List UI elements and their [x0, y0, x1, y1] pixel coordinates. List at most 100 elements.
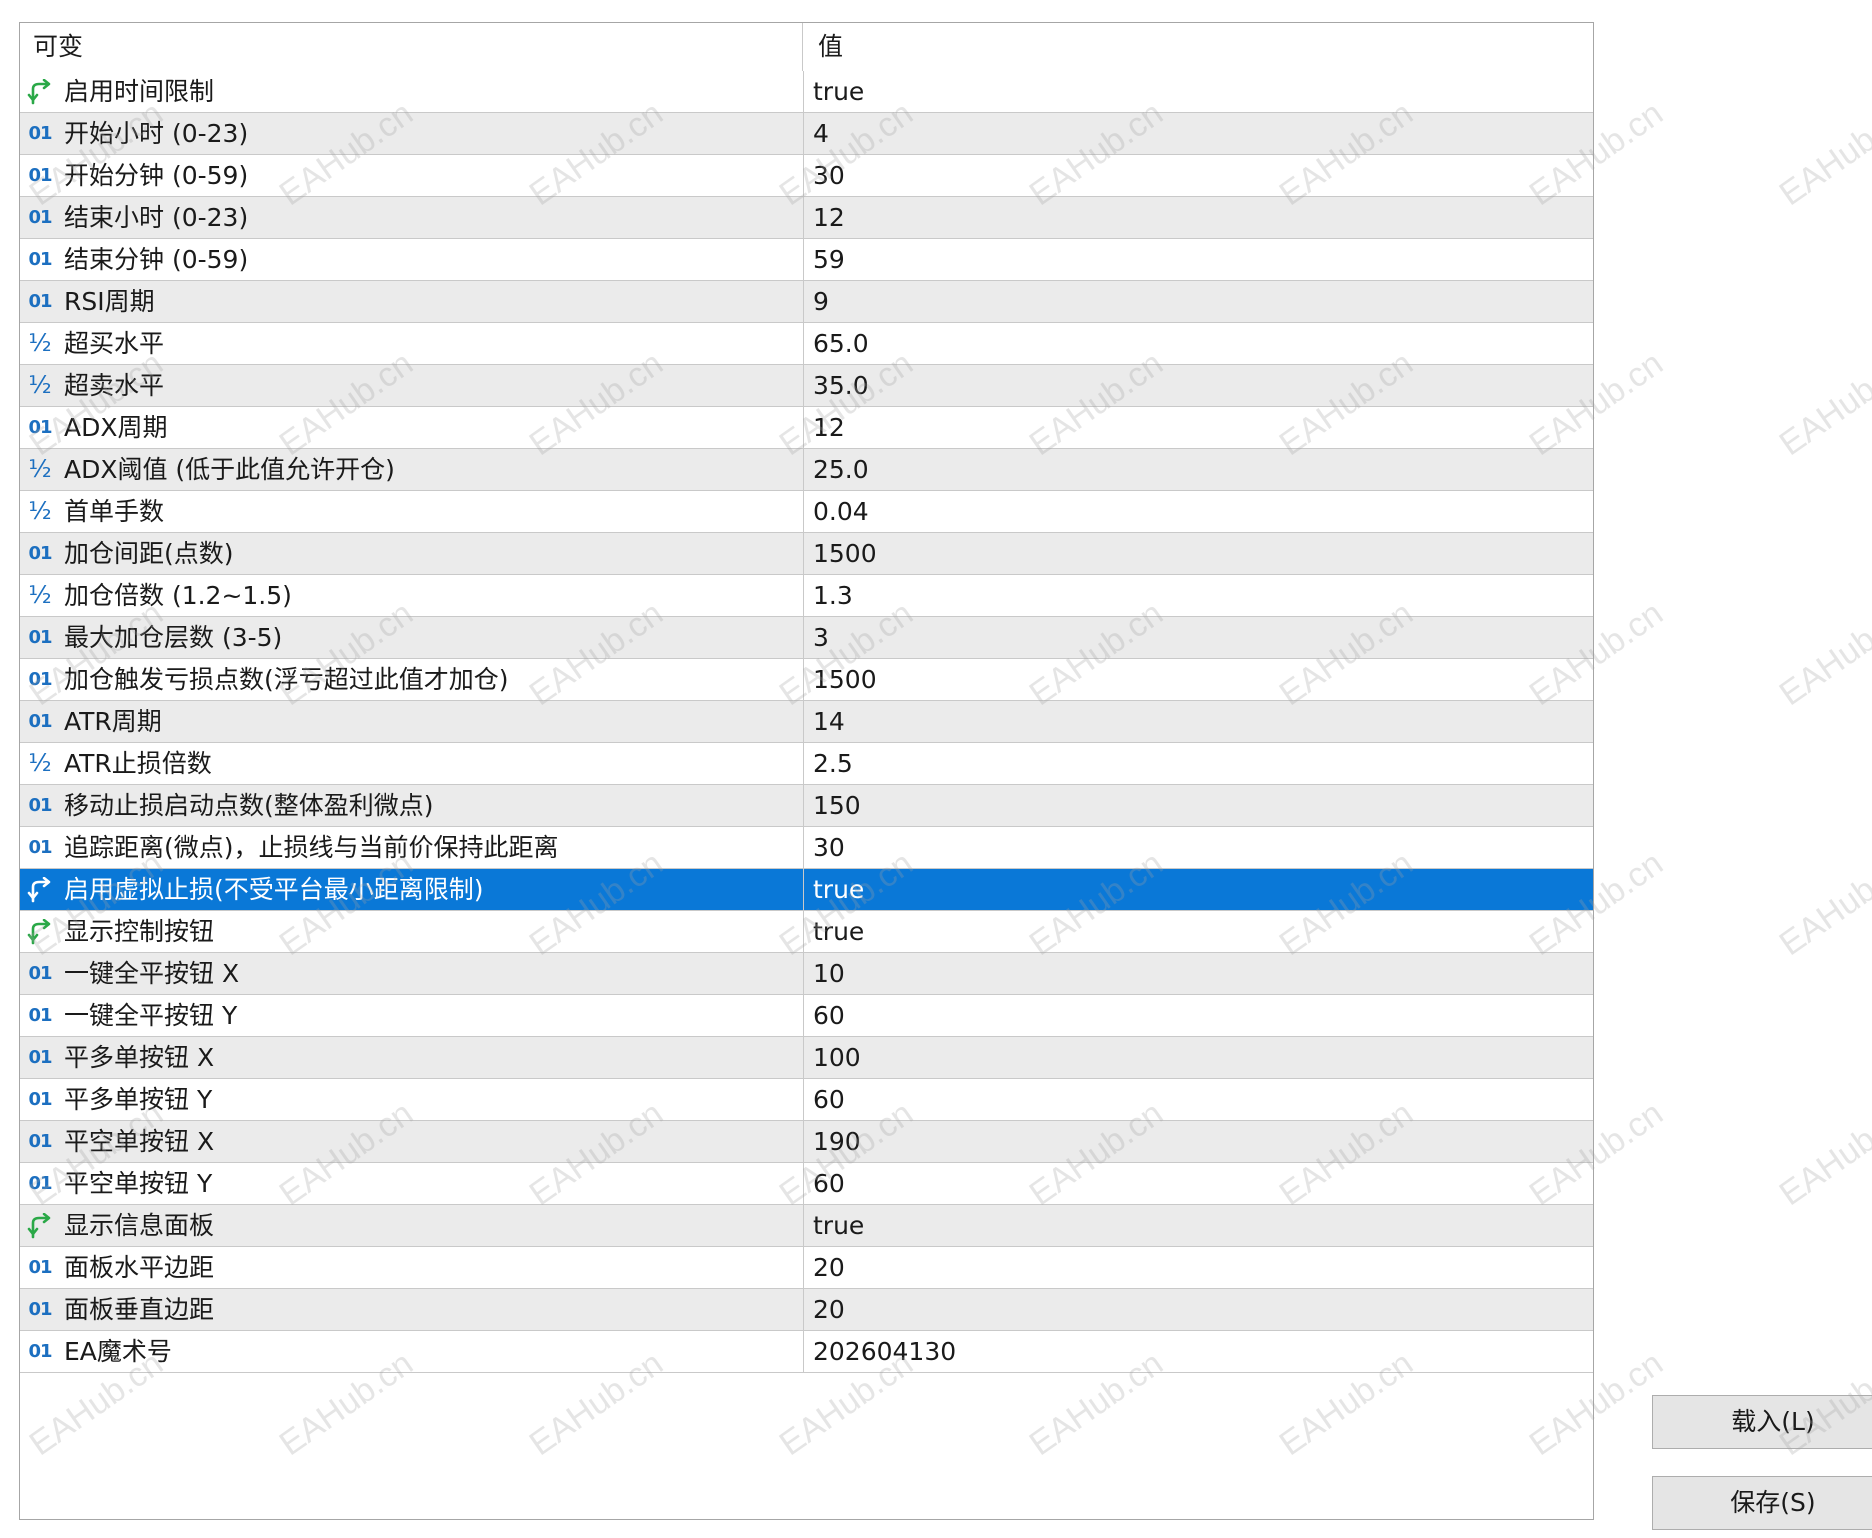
param-name-cell[interactable]: 01 一键全平按钮 Y — [20, 995, 804, 1036]
table-row[interactable]: ½ 首单手数 0.04 — [20, 491, 1593, 533]
param-name-cell[interactable]: 01 平多单按钮 X — [20, 1037, 804, 1078]
inputs-table[interactable]: 可变 值 启用时间限制 true 01 开始小时 (0-23) 4 01 开始分钟 (0-5… — [19, 22, 1594, 1520]
param-name-cell[interactable]: 01 面板垂直边距 — [20, 1289, 804, 1330]
table-row[interactable]: 显示信息面板 true — [20, 1205, 1593, 1247]
param-value-cell[interactable]: 59 — [804, 239, 1593, 280]
table-row[interactable]: ½ 加仓倍数 (1.2~1.5) 1.3 — [20, 575, 1593, 617]
param-value-cell[interactable]: 65.0 — [804, 323, 1593, 364]
param-name-cell[interactable]: 01 一键全平按钮 X — [20, 953, 804, 994]
load-button[interactable]: 载入(L) — [1652, 1395, 1872, 1449]
param-name-cell[interactable]: 01 追踪距离(微点)，止损线与当前价保持此距离 — [20, 827, 804, 868]
param-value-cell[interactable]: 1500 — [804, 533, 1593, 574]
table-row[interactable]: 启用虚拟止损(不受平台最小距离限制) true — [20, 869, 1593, 911]
param-value-cell[interactable]: 1500 — [804, 659, 1593, 700]
table-row[interactable]: 01 加仓间距(点数) 1500 — [20, 533, 1593, 575]
param-name-cell[interactable]: 启用虚拟止损(不受平台最小距离限制) — [20, 869, 804, 910]
param-name-cell[interactable]: ½ 超买水平 — [20, 323, 804, 364]
param-name-cell[interactable]: 01 结束小时 (0-23) — [20, 197, 804, 238]
param-name-cell[interactable]: 01 最大加仓层数 (3-5) — [20, 617, 804, 658]
table-row[interactable]: 01 移动止损启动点数(整体盈利微点) 150 — [20, 785, 1593, 827]
param-name-cell[interactable]: 启用时间限制 — [20, 71, 804, 112]
table-row[interactable]: 01 平多单按钮 Y 60 — [20, 1079, 1593, 1121]
param-value-cell[interactable]: 60 — [804, 1079, 1593, 1120]
param-value-cell[interactable]: 202604130 — [804, 1331, 1593, 1372]
table-row[interactable]: 01 面板垂直边距 20 — [20, 1289, 1593, 1331]
param-name-cell[interactable]: ½ ADX阈值 (低于此值允许开仓) — [20, 449, 804, 490]
table-row[interactable]: 01 面板水平边距 20 — [20, 1247, 1593, 1289]
param-name-cell[interactable]: 01 平空单按钮 Y — [20, 1163, 804, 1204]
param-value-cell[interactable]: 30 — [804, 827, 1593, 868]
param-name-cell[interactable]: 01 EA魔术号 — [20, 1331, 804, 1372]
table-row[interactable]: 01 结束小时 (0-23) 12 — [20, 197, 1593, 239]
param-value-cell[interactable]: 2.5 — [804, 743, 1593, 784]
param-value-cell[interactable]: 100 — [804, 1037, 1593, 1078]
table-row[interactable]: 01 ATR周期 14 — [20, 701, 1593, 743]
table-row[interactable]: ½ 超卖水平 35.0 — [20, 365, 1593, 407]
param-name-cell[interactable]: 显示信息面板 — [20, 1205, 804, 1246]
table-row[interactable]: 01 平多单按钮 X 100 — [20, 1037, 1593, 1079]
param-name-cell[interactable]: 01 RSI周期 — [20, 281, 804, 322]
table-row[interactable]: 01 RSI周期 9 — [20, 281, 1593, 323]
table-row[interactable]: 01 平空单按钮 X 190 — [20, 1121, 1593, 1163]
param-value-cell[interactable]: true — [804, 71, 1593, 112]
table-row[interactable]: 01 开始分钟 (0-59) 30 — [20, 155, 1593, 197]
table-row[interactable]: 01 平空单按钮 Y 60 — [20, 1163, 1593, 1205]
param-name-cell[interactable]: 01 平多单按钮 Y — [20, 1079, 804, 1120]
param-value-cell[interactable]: 20 — [804, 1247, 1593, 1288]
table-row[interactable]: 01 追踪距离(微点)，止损线与当前价保持此距离 30 — [20, 827, 1593, 869]
bool-icon — [26, 1205, 54, 1246]
param-name-cell[interactable]: 01 ATR周期 — [20, 701, 804, 742]
param-value-cell[interactable]: 190 — [804, 1121, 1593, 1162]
table-row[interactable]: 01 最大加仓层数 (3-5) 3 — [20, 617, 1593, 659]
param-name-cell[interactable]: 01 开始小时 (0-23) — [20, 113, 804, 154]
table-row[interactable]: 启用时间限制 true — [20, 71, 1593, 113]
column-header-name[interactable]: 可变 — [20, 23, 803, 71]
param-value: 30 — [813, 833, 845, 862]
param-value-cell[interactable]: true — [804, 869, 1593, 910]
table-row[interactable]: 01 加仓触发亏损点数(浮亏超过此值才加仓) 1500 — [20, 659, 1593, 701]
table-row[interactable]: 显示控制按钮 true — [20, 911, 1593, 953]
param-value-cell[interactable]: 9 — [804, 281, 1593, 322]
table-row[interactable]: 01 一键全平按钮 X 10 — [20, 953, 1593, 995]
param-value-cell[interactable]: true — [804, 1205, 1593, 1246]
save-button[interactable]: 保存(S) — [1652, 1476, 1872, 1530]
param-value-cell[interactable]: 30 — [804, 155, 1593, 196]
param-value-cell[interactable]: 14 — [804, 701, 1593, 742]
param-name-cell[interactable]: 01 加仓触发亏损点数(浮亏超过此值才加仓) — [20, 659, 804, 700]
param-value-cell[interactable]: true — [804, 911, 1593, 952]
column-header-value[interactable]: 值 — [804, 23, 1593, 71]
param-name-cell[interactable]: ½ 加仓倍数 (1.2~1.5) — [20, 575, 804, 616]
param-name-cell[interactable]: 01 开始分钟 (0-59) — [20, 155, 804, 196]
param-name-cell[interactable]: 显示控制按钮 — [20, 911, 804, 952]
table-row[interactable]: 01 EA魔术号 202604130 — [20, 1331, 1593, 1373]
param-name-cell[interactable]: 01 ADX周期 — [20, 407, 804, 448]
param-name-cell[interactable]: 01 加仓间距(点数) — [20, 533, 804, 574]
param-name-cell[interactable]: ½ ATR止损倍数 — [20, 743, 804, 784]
param-value-cell[interactable]: 60 — [804, 1163, 1593, 1204]
table-row[interactable]: 01 一键全平按钮 Y 60 — [20, 995, 1593, 1037]
param-name-cell[interactable]: 01 平空单按钮 X — [20, 1121, 804, 1162]
param-value-cell[interactable]: 12 — [804, 407, 1593, 448]
param-value-cell[interactable]: 4 — [804, 113, 1593, 154]
table-row[interactable]: 01 开始小时 (0-23) 4 — [20, 113, 1593, 155]
param-value-cell[interactable]: 1.3 — [804, 575, 1593, 616]
table-row[interactable]: ½ 超买水平 65.0 — [20, 323, 1593, 365]
param-value-cell[interactable]: 0.04 — [804, 491, 1593, 532]
param-value-cell[interactable]: 150 — [804, 785, 1593, 826]
param-name-cell[interactable]: ½ 超卖水平 — [20, 365, 804, 406]
param-value-cell[interactable]: 10 — [804, 953, 1593, 994]
param-value-cell[interactable]: 20 — [804, 1289, 1593, 1330]
param-value-cell[interactable]: 12 — [804, 197, 1593, 238]
table-row[interactable]: 01 结束分钟 (0-59) 59 — [20, 239, 1593, 281]
table-row[interactable]: ½ ADX阈值 (低于此值允许开仓) 25.0 — [20, 449, 1593, 491]
table-row[interactable]: ½ ATR止损倍数 2.5 — [20, 743, 1593, 785]
param-name-cell[interactable]: 01 结束分钟 (0-59) — [20, 239, 804, 280]
param-value-cell[interactable]: 35.0 — [804, 365, 1593, 406]
param-name-cell[interactable]: 01 面板水平边距 — [20, 1247, 804, 1288]
param-name-cell[interactable]: ½ 首单手数 — [20, 491, 804, 532]
param-value-cell[interactable]: 60 — [804, 995, 1593, 1036]
param-value-cell[interactable]: 25.0 — [804, 449, 1593, 490]
param-value-cell[interactable]: 3 — [804, 617, 1593, 658]
table-row[interactable]: 01 ADX周期 12 — [20, 407, 1593, 449]
param-name-cell[interactable]: 01 移动止损启动点数(整体盈利微点) — [20, 785, 804, 826]
